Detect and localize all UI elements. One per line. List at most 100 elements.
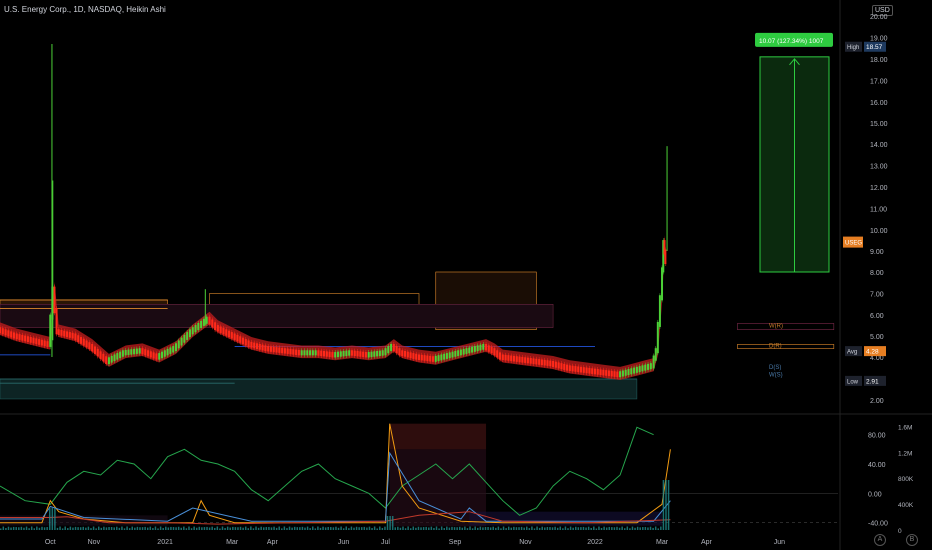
volume-bar — [593, 526, 595, 530]
volume-bar — [340, 526, 342, 530]
volume-bar — [41, 526, 43, 530]
volume-bar — [660, 526, 662, 530]
candle-body — [303, 350, 306, 356]
volume-bar — [647, 527, 649, 530]
volume-bar — [386, 516, 389, 530]
volume-bar — [193, 526, 195, 530]
candle-body — [7, 330, 10, 337]
chart-canvas[interactable]: 10.07 (127.34%) 1007 W(R) D(R) D(S) W(S) USEG… — [0, 0, 932, 550]
volume-bar — [531, 526, 533, 530]
candle-body — [93, 346, 96, 354]
volume-bar — [237, 527, 239, 530]
candle-body — [24, 335, 27, 342]
volume-bar — [242, 527, 244, 530]
volume-bar — [332, 527, 335, 530]
low-label: Low — [847, 379, 859, 385]
candle-body — [77, 335, 80, 343]
volume-bar — [206, 526, 208, 530]
candle-body — [654, 348, 657, 361]
candle-body — [493, 348, 496, 356]
candle-body — [219, 326, 222, 333]
candle-body — [373, 351, 376, 357]
candle-body — [292, 349, 295, 355]
price-tick-label: 11.00 — [870, 207, 887, 214]
candle-body — [563, 363, 566, 370]
weekly-r-box — [737, 323, 835, 330]
candle-body — [568, 365, 571, 372]
candle-body — [174, 343, 177, 352]
candle-body — [99, 351, 102, 359]
candle-body — [445, 353, 448, 359]
candle-body — [462, 348, 465, 355]
volume-bar — [183, 526, 185, 530]
candle-body — [205, 316, 208, 324]
candle-body — [459, 349, 462, 356]
candle-body — [549, 360, 552, 367]
candle-body — [362, 351, 365, 358]
support-zone — [0, 378, 638, 400]
price-tick-label: 17.00 — [870, 79, 888, 86]
volume-bar — [590, 527, 592, 530]
bars-scale-button[interactable]: B — [906, 534, 918, 546]
volume-bar — [216, 526, 219, 530]
candle-body — [71, 332, 74, 339]
candle-body — [406, 351, 409, 358]
volume-bar — [67, 528, 69, 530]
candle-body — [515, 356, 518, 362]
volume-bar — [28, 528, 30, 530]
candle-body — [641, 365, 644, 372]
volume-bar — [224, 528, 226, 530]
price-tick-label: 6.00 — [870, 313, 884, 320]
volume-bar — [103, 526, 105, 530]
volume-bar — [116, 526, 118, 530]
candle-body — [571, 365, 574, 372]
candle-body — [180, 337, 183, 346]
volume-bar — [443, 528, 445, 530]
volume-bar — [518, 527, 520, 530]
candle-body — [384, 348, 387, 356]
volume-bar — [165, 526, 167, 530]
volume-bar — [649, 526, 652, 530]
volume-bar — [665, 480, 667, 530]
candle-body — [633, 367, 636, 374]
candle-body — [345, 350, 348, 357]
volume-bar — [363, 526, 366, 530]
volume-bar — [255, 526, 257, 530]
candle-body — [102, 353, 105, 362]
low-value: 2.91 — [866, 378, 879, 385]
candle-body — [135, 348, 138, 354]
volume-bar — [497, 526, 500, 530]
candle-body — [91, 343, 94, 352]
candle-body — [264, 345, 267, 352]
volume-bar — [36, 526, 38, 530]
candle-body — [552, 360, 555, 367]
volume-bar — [188, 526, 190, 530]
candle-body — [216, 325, 219, 332]
candle-body — [172, 346, 175, 353]
candle-body — [574, 366, 577, 372]
price-tick-label: 9.00 — [870, 249, 884, 256]
candle-body — [560, 363, 563, 370]
volume-bar — [10, 527, 12, 530]
volume-bar — [159, 526, 162, 530]
auto-scale-button[interactable]: A — [874, 534, 886, 546]
x-axis-label: 2022 — [587, 539, 603, 546]
level-label: W(R) — [769, 324, 783, 330]
volume-bar — [399, 527, 402, 530]
candle-body — [152, 352, 155, 359]
volume-bar — [33, 528, 36, 530]
volume-bar — [662, 480, 665, 530]
volume-bar — [623, 528, 626, 530]
volume-bar — [412, 526, 415, 530]
candle-body — [236, 334, 239, 342]
volume-bar — [54, 508, 56, 530]
volume-bar — [288, 526, 291, 530]
candle-body — [147, 350, 150, 357]
candle-body — [588, 367, 591, 374]
volume-bar — [232, 526, 234, 530]
volume-bar — [577, 527, 580, 530]
volume-bar — [175, 527, 177, 530]
candle-body — [471, 346, 474, 353]
volume-bar — [95, 528, 97, 530]
volume-bar — [293, 526, 296, 530]
